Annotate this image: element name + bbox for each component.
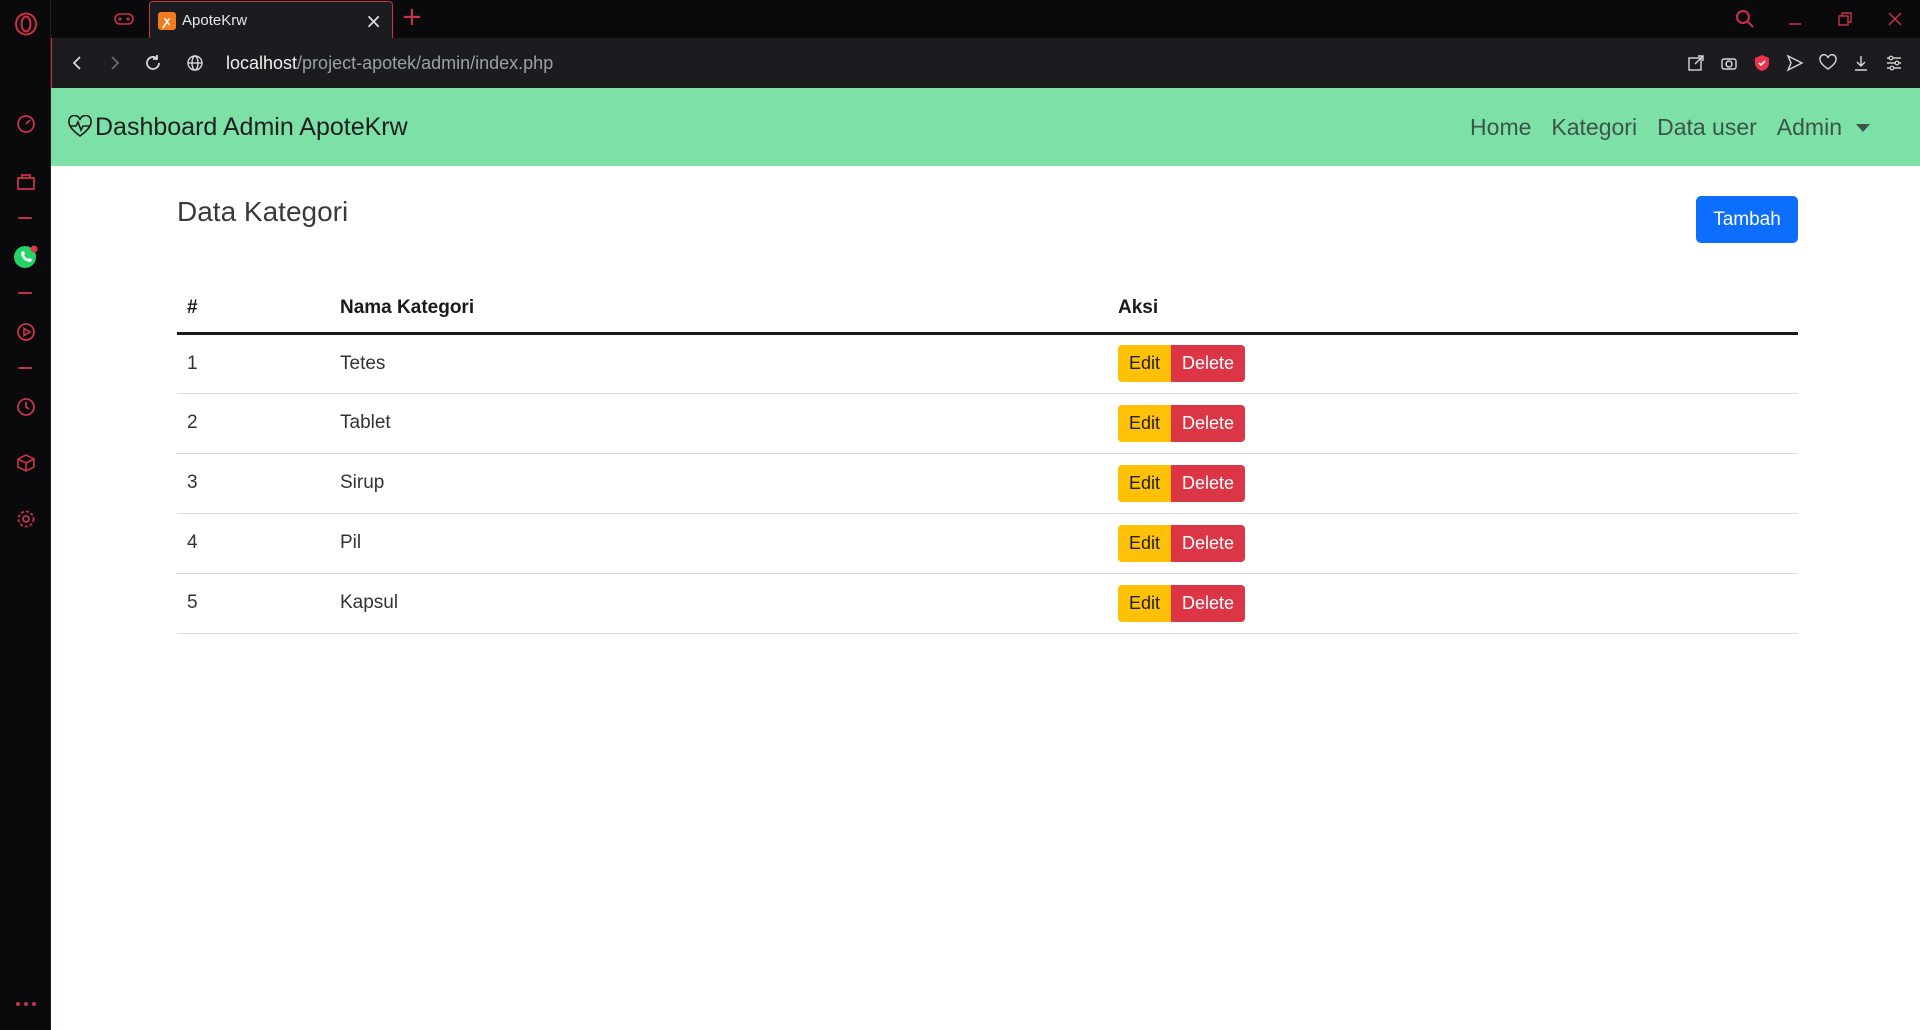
download-icon[interactable] xyxy=(1844,54,1877,72)
delete-button[interactable]: Delete xyxy=(1171,524,1246,562)
table-row: 2 Tablet Edit Delete xyxy=(177,393,1798,454)
header-nama-kategori: Nama Kategori xyxy=(330,284,1108,335)
edit-button[interactable]: Edit xyxy=(1118,464,1172,502)
navbar-brand[interactable]: Dashboard Admin ApoteKrw xyxy=(67,113,408,142)
close-window-icon[interactable] xyxy=(1870,11,1920,27)
heart-pulse-icon xyxy=(68,115,92,138)
action-group: Edit Delete xyxy=(1118,584,1246,622)
easy-setup-icon[interactable] xyxy=(1877,54,1910,72)
edit-button[interactable]: Edit xyxy=(1118,524,1172,562)
opera-logo-icon[interactable] xyxy=(0,10,51,38)
nav-link-data-user[interactable]: Data user xyxy=(1657,114,1757,141)
new-tab-plus-icon[interactable]: + xyxy=(401,4,423,30)
row-number: 3 xyxy=(177,453,330,514)
url-path: /project-apotek/admin/index.php xyxy=(297,52,554,73)
share-icon[interactable] xyxy=(1679,54,1712,72)
table-header-row: # Nama Kategori Aksi xyxy=(177,284,1798,335)
row-name: Sirup xyxy=(330,453,1108,514)
page-header: Data Kategori Tambah xyxy=(177,166,1798,284)
nav-link-kategori[interactable]: Kategori xyxy=(1551,114,1637,141)
camera-icon[interactable] xyxy=(1712,54,1745,72)
speed-dial-icon[interactable] xyxy=(0,110,51,138)
delete-button[interactable]: Delete xyxy=(1171,404,1246,442)
action-group: Edit Delete xyxy=(1118,404,1246,442)
row-number: 2 xyxy=(177,393,330,454)
page-viewport: Dashboard Admin ApoteKrw Home Kategori D… xyxy=(51,88,1920,1030)
url-host: localhost xyxy=(226,52,298,73)
table-row: 5 Kapsul Edit Delete xyxy=(177,573,1798,634)
browser-sidebar xyxy=(0,0,51,1030)
edit-button[interactable]: Edit xyxy=(1118,584,1172,622)
close-icon[interactable]: × xyxy=(365,11,382,31)
delete-button[interactable]: Delete xyxy=(1171,345,1246,382)
shopping-icon[interactable] xyxy=(0,168,51,196)
header-aksi: Aksi xyxy=(1108,284,1798,335)
caret-down-icon xyxy=(1856,124,1870,133)
navbar: Dashboard Admin ApoteKrw Home Kategori D… xyxy=(51,88,1920,166)
brand-text: Dashboard Admin ApoteKrw xyxy=(95,112,408,141)
xampp-icon: ꭗ xyxy=(158,11,176,30)
send-icon[interactable] xyxy=(1778,54,1811,72)
reload-icon[interactable] xyxy=(134,44,172,82)
row-name: Tablet xyxy=(330,393,1108,454)
row-number: 1 xyxy=(177,333,330,394)
active-tab[interactable]: ꭗ ApoteKrw × xyxy=(149,1,393,39)
more-dots-icon[interactable] xyxy=(0,990,51,1018)
delete-button[interactable]: Delete xyxy=(1171,464,1246,502)
settings-gear-icon[interactable] xyxy=(0,505,51,533)
nav-link-home[interactable]: Home xyxy=(1470,114,1531,141)
forward-icon[interactable] xyxy=(96,44,134,82)
restore-icon[interactable] xyxy=(1820,11,1870,27)
player-icon[interactable] xyxy=(0,318,51,346)
tab-bar: ꭗ ApoteKrw × + xyxy=(51,0,1920,39)
row-name: Kapsul xyxy=(330,573,1108,634)
row-actions: Edit Delete xyxy=(1108,393,1798,454)
nav-dropdown-admin[interactable]: Admin xyxy=(1777,114,1870,141)
address-bar: localhost/project-apotek/admin/index.php xyxy=(51,38,1920,88)
url-text: localhost/project-apotek/admin/index.php xyxy=(226,53,553,74)
action-group: Edit Delete xyxy=(1118,464,1246,502)
delete-button[interactable]: Delete xyxy=(1171,584,1246,622)
row-actions: Edit Delete xyxy=(1108,573,1798,634)
history-icon[interactable] xyxy=(0,393,51,421)
row-number: 4 xyxy=(177,513,330,574)
search-tabs-icon[interactable] xyxy=(1720,9,1770,29)
row-name: Tetes xyxy=(330,333,1108,394)
main-content: Data Kategori Tambah # Nama Kategori Aks… xyxy=(177,166,1798,634)
edit-button[interactable]: Edit xyxy=(1118,345,1172,382)
edit-button[interactable]: Edit xyxy=(1118,404,1172,442)
kategori-table: # Nama Kategori Aksi 1 Tetes Edit Delete … xyxy=(177,284,1798,634)
tab-title: ApoteKrw xyxy=(182,12,248,29)
row-name: Pil xyxy=(330,513,1108,574)
table-row: 1 Tetes Edit Delete xyxy=(177,333,1798,394)
action-group: Edit Delete xyxy=(1118,524,1246,562)
row-actions: Edit Delete xyxy=(1108,333,1798,394)
back-icon[interactable] xyxy=(58,44,96,82)
row-number: 5 xyxy=(177,573,330,634)
url-field[interactable]: localhost/project-apotek/admin/index.php xyxy=(186,53,1679,74)
minimize-icon[interactable] xyxy=(1770,11,1820,27)
window-controls xyxy=(1720,0,1920,38)
whatsapp-icon[interactable] xyxy=(0,243,51,271)
action-group: Edit Delete xyxy=(1118,345,1246,382)
heart-bookmark-icon[interactable] xyxy=(1811,54,1844,72)
add-button[interactable]: Tambah xyxy=(1696,196,1798,243)
nav-dropdown-admin-label: Admin xyxy=(1776,113,1842,140)
globe-icon xyxy=(186,54,204,72)
address-bar-actions xyxy=(1679,54,1910,72)
table-row: 4 Pil Edit Delete xyxy=(177,513,1798,574)
table-row: 3 Sirup Edit Delete xyxy=(177,453,1798,514)
header-number: # xyxy=(177,284,330,335)
row-actions: Edit Delete xyxy=(1108,513,1798,574)
adblock-shield-icon[interactable] xyxy=(1745,54,1778,72)
extensions-icon[interactable] xyxy=(0,449,51,477)
nav-links: Home Kategori Data user Admin xyxy=(1450,114,1870,141)
gamepad-icon[interactable] xyxy=(111,8,137,30)
row-actions: Edit Delete xyxy=(1108,453,1798,514)
page-title: Data Kategori xyxy=(177,196,349,227)
